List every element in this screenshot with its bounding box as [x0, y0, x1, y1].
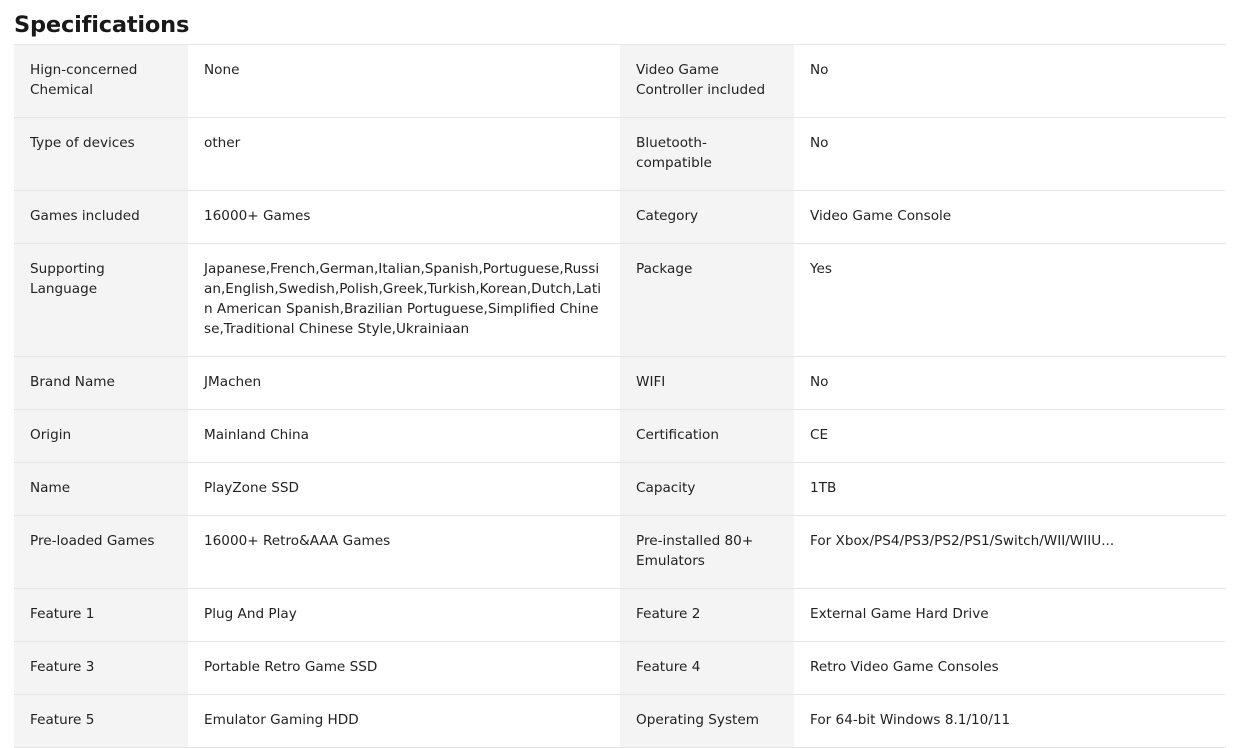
spec-label: Hign-concerned Chemical	[14, 45, 188, 118]
spec-value: CE	[794, 409, 1226, 463]
spec-label: Supporting Language	[14, 243, 188, 357]
spec-label: Games included	[14, 190, 188, 244]
spec-value: No	[794, 356, 1226, 410]
spec-value: other	[188, 117, 620, 191]
table-row: Type of devices other Bluetooth-compatib…	[14, 117, 1226, 191]
spec-value: No	[794, 117, 1226, 191]
spec-label: Feature 1	[14, 588, 188, 642]
table-row: Hign-concerned Chemical None Video Game …	[14, 45, 1226, 118]
spec-label: Origin	[14, 409, 188, 463]
spec-value: Emulator Gaming HDD	[188, 694, 620, 748]
table-row: Feature 1 Plug And Play Feature 2 Extern…	[14, 588, 1226, 642]
table-row: Name PlayZone SSD Capacity 1TB	[14, 462, 1226, 516]
table-row: Brand Name JMachen WIFI No	[14, 356, 1226, 410]
spec-label: Pre-loaded Games	[14, 515, 188, 589]
table-row: Pre-loaded Games 16000+ Retro&AAA Games …	[14, 515, 1226, 589]
spec-label: Brand Name	[14, 356, 188, 410]
spec-label: Category	[620, 190, 794, 244]
spec-value: Mainland China	[188, 409, 620, 463]
spec-label: Video Game Controller included	[620, 45, 794, 118]
specifications-section: Specifications Hign-concerned Chemical N…	[0, 0, 1248, 748]
spec-label: Feature 4	[620, 641, 794, 695]
spec-value: 1TB	[794, 462, 1226, 516]
specifications-table: Hign-concerned Chemical None Video Game …	[14, 45, 1226, 748]
spec-value: 16000+ Retro&AAA Games	[188, 515, 620, 589]
spec-value: For Xbox/PS4/PS3/PS2/PS1/Switch/WII/WIIU…	[794, 515, 1226, 589]
spec-label: Capacity	[620, 462, 794, 516]
spec-value: None	[188, 45, 620, 118]
spec-value: PlayZone SSD	[188, 462, 620, 516]
table-row: Supporting Language Japanese,French,Germ…	[14, 243, 1226, 357]
spec-label: Name	[14, 462, 188, 516]
spec-label: Operating System	[620, 694, 794, 748]
spec-value: Japanese,French,German,Italian,Spanish,P…	[188, 243, 620, 357]
table-row: Feature 3 Portable Retro Game SSD Featur…	[14, 641, 1226, 695]
spec-label: Type of devices	[14, 117, 188, 191]
spec-value: Video Game Console	[794, 190, 1226, 244]
spec-value: JMachen	[188, 356, 620, 410]
spec-value: Portable Retro Game SSD	[188, 641, 620, 695]
spec-label: Feature 5	[14, 694, 188, 748]
spec-value: 16000+ Games	[188, 190, 620, 244]
spec-value: Yes	[794, 243, 1226, 357]
spec-value: No	[794, 45, 1226, 118]
table-row: Feature 5 Emulator Gaming HDD Operating …	[14, 694, 1226, 748]
spec-label: Package	[620, 243, 794, 357]
section-title: Specifications	[14, 0, 1226, 45]
spec-value: For 64-bit Windows 8.1/10/11	[794, 694, 1226, 748]
spec-label: WIFI	[620, 356, 794, 410]
spec-label: Feature 3	[14, 641, 188, 695]
spec-label: Pre-installed 80+ Emulators	[620, 515, 794, 589]
spec-value: External Game Hard Drive	[794, 588, 1226, 642]
spec-label: Bluetooth-compatible	[620, 117, 794, 191]
table-row: Games included 16000+ Games Category Vid…	[14, 190, 1226, 244]
spec-label: Certification	[620, 409, 794, 463]
table-row: Origin Mainland China Certification CE	[14, 409, 1226, 463]
spec-label: Feature 2	[620, 588, 794, 642]
spec-value: Retro Video Game Consoles	[794, 641, 1226, 695]
spec-value: Plug And Play	[188, 588, 620, 642]
